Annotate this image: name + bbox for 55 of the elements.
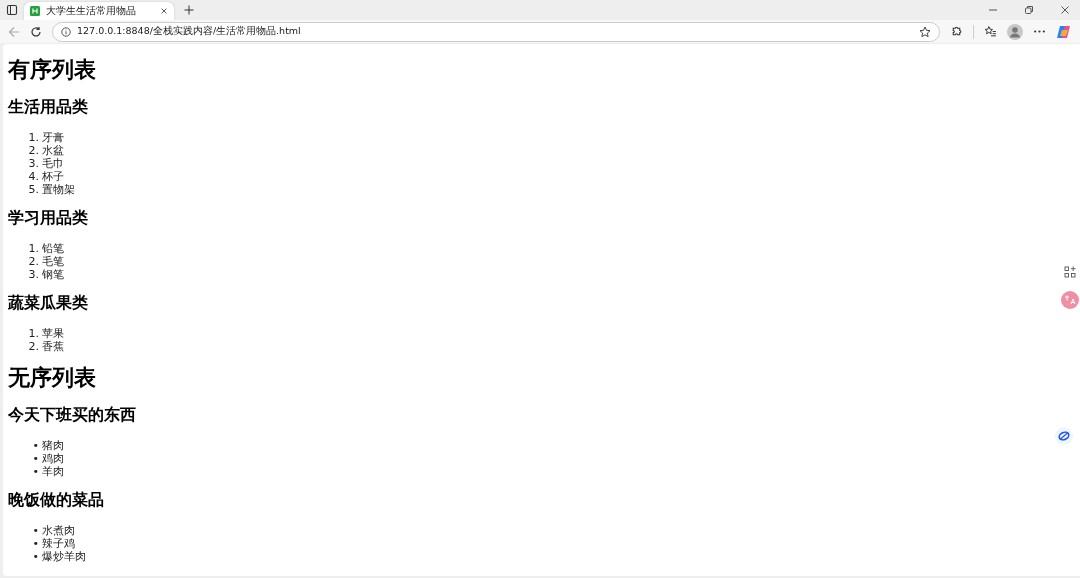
list-marker: 1. [27,242,40,255]
list-marker: 3. [27,157,40,170]
list-item: 猪肉 [42,439,64,452]
list-marker: • [31,452,40,465]
browser-tab[interactable]: 大学生生活常用物品 [24,2,174,20]
tab-title: 大学生生活常用物品 [46,4,137,18]
list-heading: 晚饭做的菜品 [8,490,104,510]
list-marker: 1. [27,327,40,340]
list-marker: 2. [27,144,40,157]
address-bar[interactable]: 127.0.0.1:8848/全栈实践内容/生活常用物品.html [52,21,940,42]
list-heading: 生活用品类 [8,97,88,117]
list-marker: • [31,439,40,452]
tab-actions-icon[interactable] [6,4,18,16]
list-item: 辣子鸡 [42,537,75,550]
restore-icon[interactable] [1024,5,1034,15]
star-icon[interactable] [919,25,931,38]
list-item: 水煮肉 [42,524,75,537]
list-marker: • [31,524,40,537]
list-item: 钢笔 [42,268,64,281]
list-item: 苹果 [42,327,64,340]
list-item: 毛巾 [42,157,64,170]
favorites-icon[interactable] [984,25,997,38]
extensions-icon[interactable] [950,25,963,38]
list-item: 杯子 [42,170,64,183]
favicon-icon [30,6,40,16]
url-text: 127.0.0.1:8848/全栈实践内容/生活常用物品.html [77,25,302,38]
reload-icon[interactable] [30,25,42,38]
list-item: 置物架 [42,183,75,196]
list-heading: 学习用品类 [8,208,88,228]
list-heading: 蔬菜瓜果类 [8,293,88,313]
list-marker: 2. [27,255,40,268]
list-item: 香蕉 [42,340,64,353]
section-heading: 无序列表 [8,365,96,391]
close-icon[interactable] [160,7,168,15]
list-marker: 2. [27,340,40,353]
list-item: 毛笔 [42,255,64,268]
section-heading: 有序列表 [8,57,96,83]
list-marker: 3. [27,268,40,281]
info-icon [61,26,71,37]
list-marker: • [31,537,40,550]
profile-icon[interactable] [1007,23,1023,40]
list-item: 水盆 [42,144,64,157]
list-marker: 5. [27,183,40,196]
list-marker: • [31,465,40,478]
list-marker: 4. [27,170,40,183]
list-item: 铅笔 [42,242,64,255]
list-marker: • [31,550,40,563]
list-item: 鸡肉 [42,452,64,465]
list-heading: 今天下班买的东西 [8,405,136,425]
close-icon[interactable] [1060,5,1070,15]
new-tab-icon[interactable] [184,5,194,15]
list-item: 羊肉 [42,465,64,478]
list-item: 爆炒羊肉 [42,550,86,563]
list-item: 牙膏 [42,131,64,144]
list-marker: 1. [27,131,40,144]
